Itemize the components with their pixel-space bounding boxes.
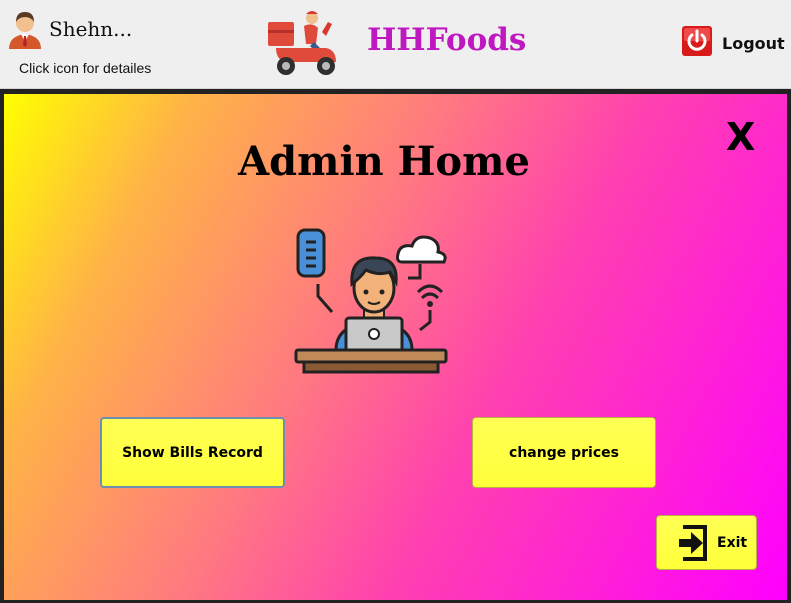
- change-prices-button[interactable]: change prices: [472, 417, 656, 488]
- logout-button[interactable]: Logout: [682, 26, 786, 60]
- user-name: Shehn...: [49, 17, 133, 41]
- power-icon: [682, 26, 712, 56]
- exit-door-arrow-icon: [679, 525, 707, 561]
- user-hint-text: Click icon for detailes: [19, 60, 152, 76]
- admin-laptop-illustration: [294, 228, 448, 374]
- user-avatar-icon[interactable]: [7, 9, 43, 49]
- exit-label: Exit: [717, 535, 748, 551]
- brand-title: HHFoods: [367, 22, 527, 58]
- delivery-scooter-icon: [268, 11, 336, 75]
- app-window: Shehn... Click icon for detailes HHFoods: [0, 0, 791, 603]
- exit-button[interactable]: Exit: [656, 515, 757, 570]
- header-bar: Shehn... Click icon for detailes HHFoods: [0, 0, 791, 89]
- logout-label: Logout: [722, 34, 785, 53]
- admin-panel: X Admin Home Show Bills Record change pr…: [4, 94, 787, 600]
- show-bills-record-button[interactable]: Show Bills Record: [100, 417, 285, 488]
- page-title: Admin Home: [238, 138, 530, 185]
